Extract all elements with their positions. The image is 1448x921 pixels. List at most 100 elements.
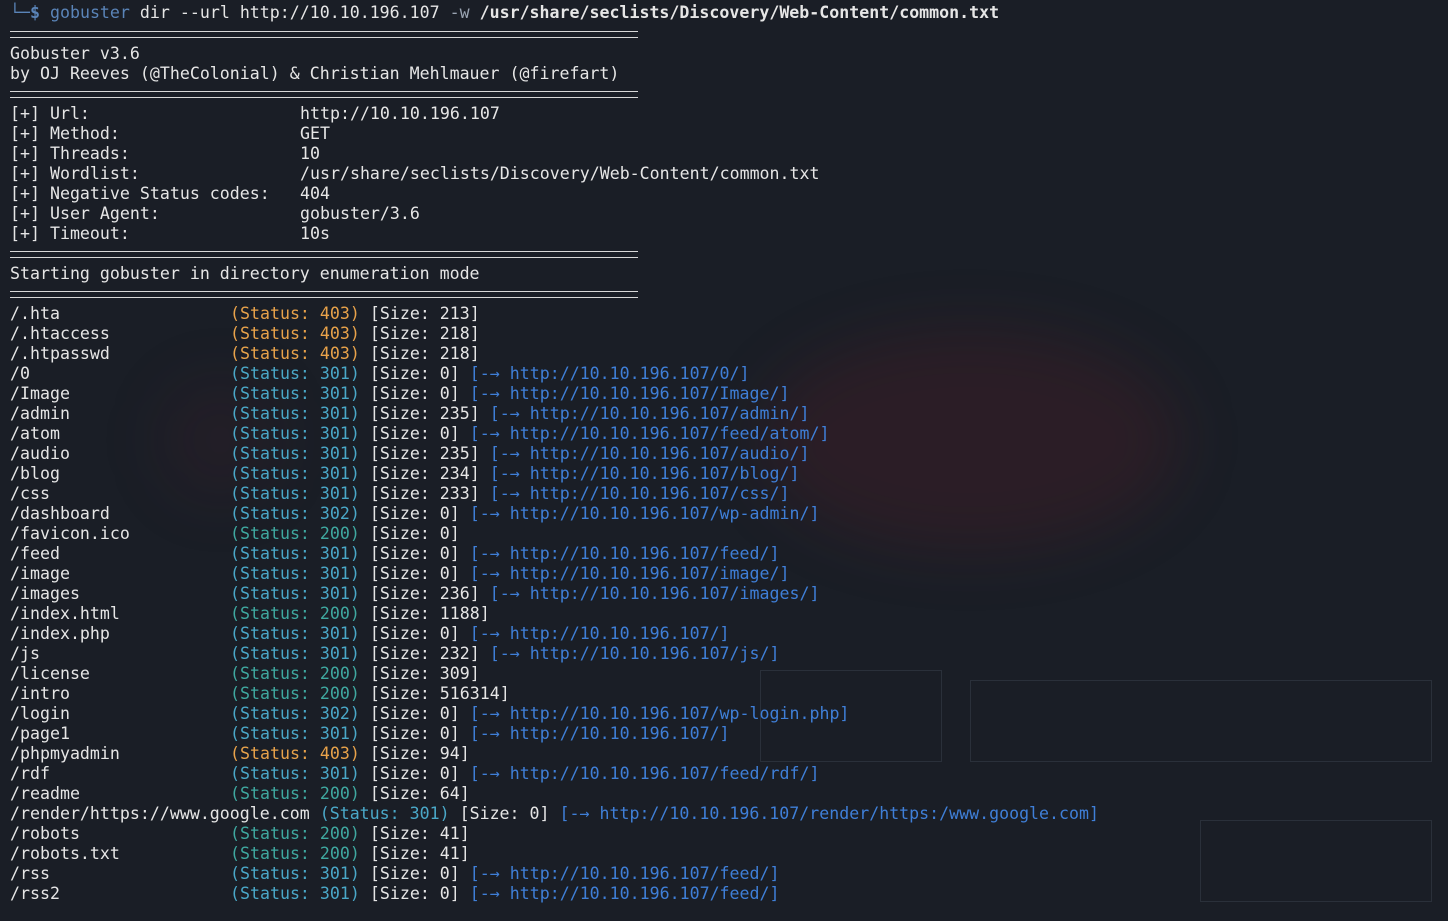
status-code: (Status: 403) [230, 344, 360, 363]
response-size: [Size: 41] [369, 824, 470, 843]
config-row: [+] Negative Status codes: 404 [10, 184, 1448, 204]
result-row: /phpmyadmin (Status: 403) [Size: 94] [10, 744, 1448, 764]
result-row: /rss (Status: 301) [Size: 0] [-→ http://10.… [10, 864, 1448, 884]
status-code: (Status: 301) [230, 884, 360, 903]
redirect-link[interactable]: [-→ http://10.10.196.107/render/https:/w… [560, 804, 1099, 824]
result-row: /.htpasswd (Status: 403) [Size: 218] [10, 344, 1448, 364]
result-row: /login (Status: 302) [Size: 0] [-→ http://1… [10, 704, 1448, 724]
start-message: Starting gobuster in directory enumerati… [10, 264, 480, 283]
redirect-link[interactable]: [-→ http://10.10.196.107/blog/] [490, 464, 800, 484]
redirect-link[interactable]: [-→ http://10.10.196.107/feed/rdf/] [470, 764, 820, 784]
redirect-link[interactable]: [-→ http://10.10.196.107/css/] [490, 484, 790, 504]
status-code: (Status: 302) [230, 704, 360, 723]
config-key: [+] Threads: [10, 144, 130, 163]
redirect-link[interactable]: [-→ http://10.10.196.107/] [470, 724, 730, 744]
config-key: [+] Timeout: [10, 224, 130, 243]
result-path: /audio [10, 444, 70, 463]
response-size: [Size: 64] [369, 784, 470, 803]
result-row: /audio (Status: 301) [Size: 235] [-→ http:/… [10, 444, 1448, 464]
result-path: /rdf [10, 764, 50, 783]
result-path: /Image [10, 384, 70, 403]
config-row: [+] Url: http://10.10.196.107 [10, 104, 1448, 124]
status-code: (Status: 302) [230, 504, 360, 523]
response-size: [Size: 309] [369, 664, 480, 683]
redirect-link[interactable]: [-→ http://10.10.196.107/image/] [470, 564, 790, 584]
redirect-link[interactable]: [-→ http://10.10.196.107/feed/atom/] [470, 424, 830, 444]
status-code: (Status: 301) [230, 764, 360, 783]
redirect-link[interactable]: [-→ http://10.10.196.107/images/] [490, 584, 820, 604]
response-size: [Size: 94] [369, 744, 470, 763]
status-code: (Status: 301) [230, 584, 360, 603]
result-path: /js [10, 644, 40, 663]
result-row: /dashboard (Status: 302) [Size: 0] [-→ http… [10, 504, 1448, 524]
result-path: /.htaccess [10, 324, 110, 343]
status-code: (Status: 403) [230, 324, 360, 343]
status-code: (Status: 301) [230, 404, 360, 423]
response-size: [Size: 236] [369, 584, 480, 603]
result-row: /readme (Status: 200) [Size: 64] [10, 784, 1448, 804]
result-path: /atom [10, 424, 60, 443]
separator [10, 84, 1448, 104]
response-size: [Size: 0] [369, 864, 460, 883]
config-row: [+] User Agent: gobuster/3.6 [10, 204, 1448, 224]
result-row: /atom (Status: 301) [Size: 0] [-→ http://10… [10, 424, 1448, 444]
result-row: /index.html (Status: 200) [Size: 1188] [10, 604, 1448, 624]
response-size: [Size: 218] [369, 324, 480, 343]
result-row: /0 (Status: 301) [Size: 0] [-→ http://10.10… [10, 364, 1448, 384]
result-path: /css [10, 484, 50, 503]
result-path: /intro [10, 684, 70, 703]
result-row: /image (Status: 301) [Size: 0] [-→ http://1… [10, 564, 1448, 584]
result-row: /license (Status: 200) [Size: 309] [10, 664, 1448, 684]
result-path: /favicon.ico [10, 524, 130, 543]
result-path: /admin [10, 404, 70, 423]
redirect-link[interactable]: [-→ http://10.10.196.107/wp-admin/] [470, 504, 820, 524]
response-size: [Size: 234] [369, 464, 480, 483]
response-size: [Size: 0] [369, 704, 460, 723]
terminal-output: └─$ gobuster dir --url http://10.10.196.… [10, 2, 1448, 904]
redirect-link[interactable]: [-→ http://10.10.196.107/js/] [490, 644, 780, 664]
result-row: /css (Status: 301) [Size: 233] [-→ http://1… [10, 484, 1448, 504]
separator [10, 24, 1448, 44]
response-size: [Size: 0] [369, 884, 460, 903]
status-code: (Status: 200) [230, 844, 360, 863]
redirect-link[interactable]: [-→ http://10.10.196.107/feed/] [470, 544, 780, 564]
config-value: GET [300, 124, 330, 143]
result-row: /.hta (Status: 403) [Size: 213] [10, 304, 1448, 324]
redirect-link[interactable]: [-→ http://10.10.196.107/audio/] [490, 444, 810, 464]
results-list: /.hta (Status: 403) [Size: 213] /.htaccess (… [10, 304, 1448, 904]
result-row: /js (Status: 301) [Size: 232] [-→ http://10… [10, 644, 1448, 664]
status-code: (Status: 301) [230, 724, 360, 743]
result-path: /0 [10, 364, 30, 383]
result-row: /images (Status: 301) [Size: 236] [-→ http:… [10, 584, 1448, 604]
result-row: /admin (Status: 301) [Size: 235] [-→ http:/… [10, 404, 1448, 424]
status-code: (Status: 301) [230, 464, 360, 483]
result-path: /robots [10, 824, 80, 843]
result-path: /page1 [10, 724, 70, 743]
banner-version: Gobuster v3.6 [10, 44, 140, 63]
status-code: (Status: 301) [230, 564, 360, 583]
result-path: /license [10, 664, 90, 683]
response-size: [Size: 41] [369, 844, 470, 863]
config-row: [+] Method: GET [10, 124, 1448, 144]
redirect-link[interactable]: [-→ http://10.10.196.107/feed/] [470, 864, 780, 884]
redirect-link[interactable]: [-→ http://10.10.196.107/] [470, 624, 730, 644]
redirect-link[interactable]: [-→ http://10.10.196.107/wp-login.php] [470, 704, 850, 724]
redirect-link[interactable]: [-→ http://10.10.196.107/admin/] [490, 404, 810, 424]
config-list: [+] Url: http://10.10.196.107 [+] Method: G… [10, 104, 1448, 244]
redirect-link[interactable]: [-→ http://10.10.196.107/Image/] [470, 384, 790, 404]
result-row: /feed (Status: 301) [Size: 0] [-→ http://10… [10, 544, 1448, 564]
redirect-link[interactable]: [-→ http://10.10.196.107/feed/] [470, 884, 780, 904]
response-size: [Size: 218] [369, 344, 480, 363]
result-path: /index.html [10, 604, 120, 623]
redirect-link[interactable]: [-→ http://10.10.196.107/0/] [470, 364, 750, 384]
status-code: (Status: 200) [230, 784, 360, 803]
result-row: /blog (Status: 301) [Size: 234] [-→ http://… [10, 464, 1448, 484]
config-key: [+] User Agent: [10, 204, 160, 223]
result-path: /render/https://www.google.com [10, 804, 310, 823]
status-code: (Status: 200) [230, 524, 360, 543]
result-path: /image [10, 564, 70, 583]
config-value: 10 [300, 144, 320, 163]
response-size: [Size: 0] [369, 564, 460, 583]
status-code: (Status: 301) [319, 804, 450, 823]
response-size: [Size: 233] [369, 484, 480, 503]
